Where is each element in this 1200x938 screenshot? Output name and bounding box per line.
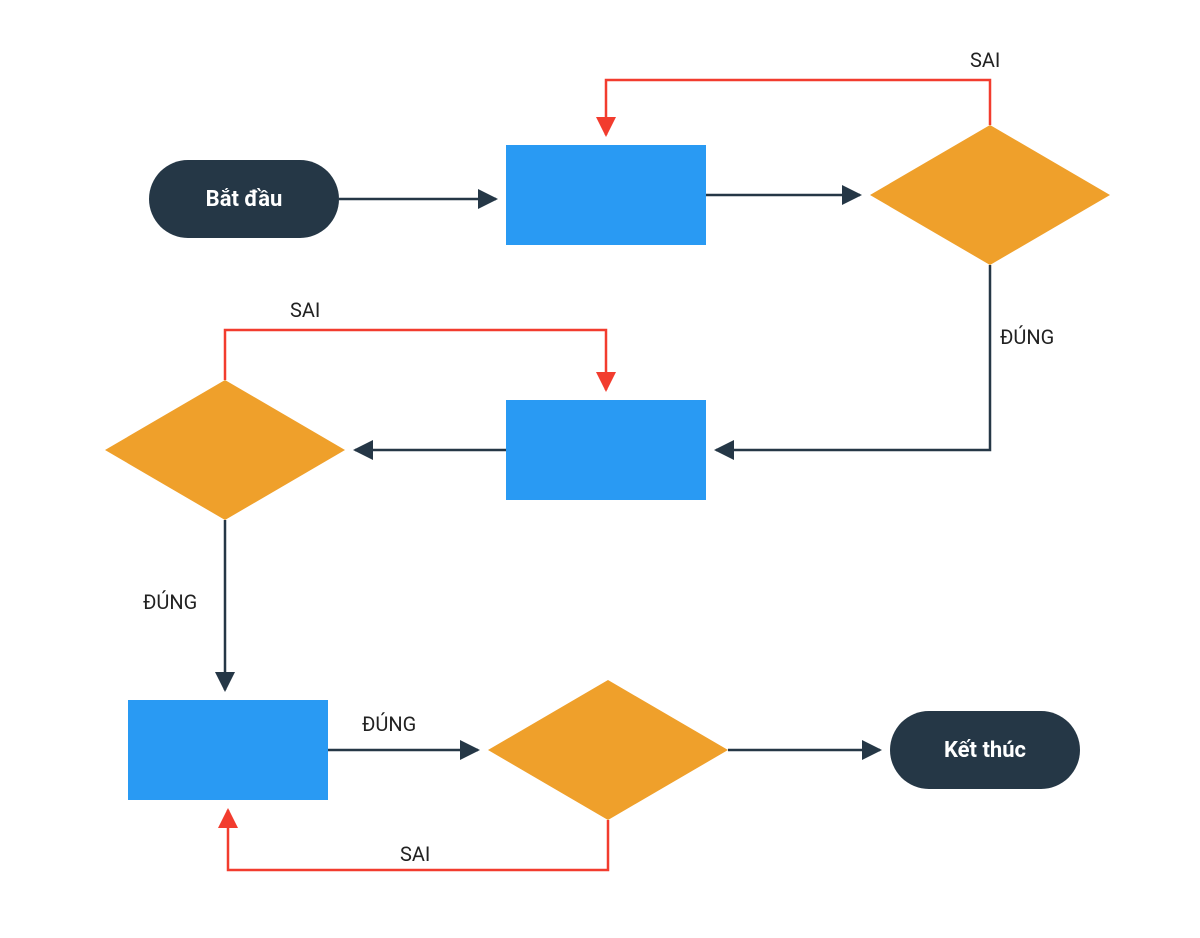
diamond-icon bbox=[870, 125, 1110, 265]
edge-e_d1_p2_true bbox=[716, 265, 990, 450]
edge-label-d3-false: SAI bbox=[400, 842, 430, 866]
process-3 bbox=[128, 700, 328, 800]
decision-3 bbox=[488, 680, 728, 820]
edge-label-d2-true: ĐÚNG bbox=[143, 590, 197, 614]
flowchart-canvas: Bắt đầu Kết thúc SAI ĐÚNG SAI ĐÚNG ĐÚNG … bbox=[0, 0, 1200, 938]
edge-label-d1-false: SAI bbox=[970, 48, 1000, 72]
end-label: Kết thúc bbox=[944, 738, 1026, 763]
edge-label-p3-d3: ĐÚNG bbox=[362, 712, 416, 736]
end-terminator: Kết thúc bbox=[890, 711, 1080, 789]
process-1 bbox=[506, 145, 706, 245]
start-label: Bắt đầu bbox=[206, 187, 283, 212]
edge-label-d2-false: SAI bbox=[290, 298, 320, 322]
edge-label-d1-true: ĐÚNG bbox=[1000, 325, 1054, 349]
decision-1 bbox=[870, 125, 1110, 265]
diamond-icon bbox=[488, 680, 728, 820]
start-terminator: Bắt đầu bbox=[149, 160, 339, 238]
decision-2 bbox=[105, 380, 345, 520]
process-2 bbox=[506, 400, 706, 500]
diamond-icon bbox=[105, 380, 345, 520]
